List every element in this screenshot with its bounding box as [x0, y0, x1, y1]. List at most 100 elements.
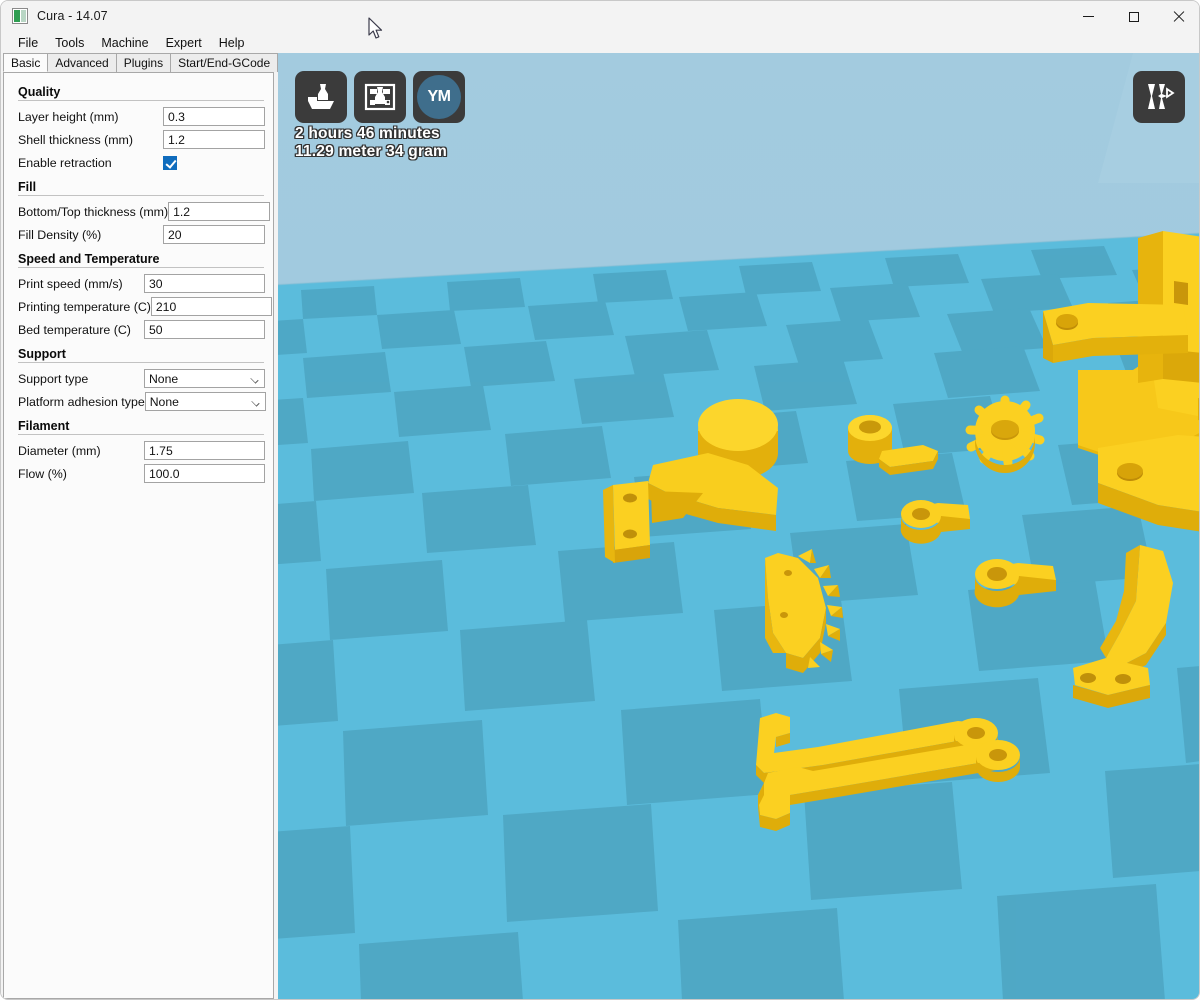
setting-row: Print speed (mm/s) 30	[12, 272, 265, 295]
view-mode-button[interactable]	[1133, 71, 1185, 123]
setting-label: Flow (%)	[18, 466, 67, 481]
setting-label: Printing temperature (C)	[18, 299, 151, 314]
menu-file[interactable]: File	[10, 34, 47, 52]
setting-field: 30	[144, 274, 265, 293]
input-flow[interactable]: 100.0	[144, 464, 265, 483]
setting-row: Bed temperature (C) 50	[12, 318, 265, 341]
setting-field: 1.2	[168, 202, 271, 221]
toolpath-view-button[interactable]	[354, 71, 406, 123]
setting-label: Bed temperature (C)	[18, 322, 131, 337]
load-model-icon	[308, 84, 334, 109]
setting-field: 210	[150, 297, 272, 316]
menu-help[interactable]: Help	[211, 34, 254, 52]
setting-field: 20	[163, 225, 265, 244]
close-icon	[1173, 11, 1185, 23]
window-title: Cura - 14.07	[37, 9, 108, 23]
input-diameter-mm[interactable]: 1.75	[144, 441, 265, 460]
print-stats: 2 hours 46 minutes 11.29 meter 34 gram	[295, 125, 447, 161]
viewport-toolbar: YM	[295, 71, 465, 123]
setting-field: 1.2	[163, 130, 265, 149]
cura-window: Cura - 14.07 File Tools Machine Expert Help …	[0, 0, 1200, 1000]
setting-row: Flow (%) 100.0	[12, 462, 265, 485]
menu-bar: File Tools Machine Expert Help	[1, 32, 1199, 53]
cura-app-icon	[12, 8, 28, 24]
setting-field: 100.0	[144, 464, 265, 483]
setting-row: Bottom/Top thickness (mm) 1.2	[12, 200, 271, 223]
menu-machine[interactable]: Machine	[93, 34, 157, 52]
input-bottom-top-thickness-mm[interactable]: 1.2	[168, 202, 271, 221]
select-value: None	[149, 394, 179, 409]
build-plate-scene	[278, 53, 1199, 999]
youmagine-button[interactable]: YM	[413, 71, 465, 123]
setting-row: Fill Density (%) 20	[12, 223, 265, 246]
setting-label: Print speed (mm/s)	[18, 276, 123, 291]
setting-field: None	[144, 369, 265, 388]
settings-sidebar: Basic Advanced Plugins Start/End-GCode Qual…	[1, 53, 279, 999]
tab-basic[interactable]: Basic	[3, 53, 49, 72]
input-printing-temperature-c[interactable]: 210	[150, 297, 272, 316]
group-divider	[18, 100, 264, 101]
setting-row: Layer height (mm) 0.3	[12, 105, 265, 128]
input-layer-height-mm[interactable]: 0.3	[163, 107, 265, 126]
group-title-quality: Quality	[18, 85, 61, 99]
setting-field: None	[144, 392, 266, 411]
setting-label: Fill Density (%)	[18, 227, 102, 242]
close-button[interactable]	[1156, 1, 1199, 32]
tab-start-end-gcode[interactable]: Start/End-GCode	[170, 53, 279, 72]
checkbox-enable-retraction[interactable]	[163, 155, 177, 170]
menu-expert[interactable]: Expert	[158, 34, 211, 52]
view-mode-icon	[1148, 84, 1175, 109]
3d-viewport[interactable]: YM 2 hours 46 minutes 11.29 meter 34 gra…	[278, 53, 1199, 999]
setting-field: 50	[144, 320, 265, 339]
print-time: 2 hours 46 minutes	[295, 125, 440, 142]
group-divider	[18, 362, 264, 363]
chevron-down-icon	[250, 375, 259, 384]
youmagine-label: YM	[417, 75, 461, 119]
setting-label: Enable retraction	[18, 155, 112, 170]
select-platform-adhesion-type[interactable]: None	[144, 392, 266, 411]
group-divider	[18, 434, 264, 435]
settings-tab-bar: Basic Advanced Plugins Start/End-GCode	[1, 53, 279, 72]
minimize-icon	[1083, 16, 1094, 17]
group-title-filament: Filament	[18, 419, 70, 433]
input-shell-thickness-mm[interactable]: 1.2	[163, 130, 265, 149]
group-title-support: Support	[18, 347, 66, 361]
setting-label: Layer height (mm)	[18, 109, 119, 124]
setting-label: Platform adhesion type	[18, 394, 145, 409]
setting-row: Support type None	[12, 367, 265, 390]
menu-tools[interactable]: Tools	[47, 34, 93, 52]
setting-row: Printing temperature (C) 210	[12, 295, 272, 318]
setting-field: 1.75	[144, 441, 265, 460]
load-model-button[interactable]	[295, 71, 347, 123]
window-controls	[1066, 1, 1199, 32]
setting-label: Shell thickness (mm)	[18, 132, 133, 147]
maximize-icon	[1128, 11, 1139, 22]
setting-row: Diameter (mm) 1.75	[12, 439, 265, 462]
setting-label: Support type	[18, 371, 89, 386]
setting-row: Enable retraction	[12, 151, 265, 174]
group-divider	[18, 195, 264, 196]
tab-plugins[interactable]: Plugins	[115, 53, 172, 72]
print-material: 11.29 meter 34 gram	[295, 143, 448, 160]
group-title-speed-and-temperature: Speed and Temperature	[18, 252, 160, 266]
chevron-down-icon	[251, 398, 260, 407]
setting-row: Shell thickness (mm) 1.2	[12, 128, 265, 151]
title-bar: Cura - 14.07	[1, 1, 1199, 32]
maximize-button[interactable]	[1111, 1, 1156, 32]
group-divider	[18, 267, 264, 268]
minimize-button[interactable]	[1066, 1, 1111, 32]
input-fill-density[interactable]: 20	[163, 225, 265, 244]
tab-advanced[interactable]: Advanced	[47, 53, 117, 72]
select-support-type[interactable]: None	[144, 369, 265, 388]
settings-panel: Quality Layer height (mm) 0.3 Shell thickne…	[3, 72, 274, 999]
select-value: None	[149, 371, 179, 386]
toolpath-view-icon	[364, 83, 396, 111]
setting-row: Platform adhesion type None	[12, 390, 266, 413]
input-print-speed-mm-s[interactable]: 30	[144, 274, 265, 293]
setting-label: Diameter (mm)	[18, 443, 101, 458]
input-bed-temperature-c[interactable]: 50	[144, 320, 265, 339]
setting-field: 0.3	[163, 107, 265, 126]
setting-label: Bottom/Top thickness (mm)	[18, 204, 169, 219]
group-title-fill: Fill	[18, 180, 37, 194]
setting-field	[163, 155, 265, 170]
